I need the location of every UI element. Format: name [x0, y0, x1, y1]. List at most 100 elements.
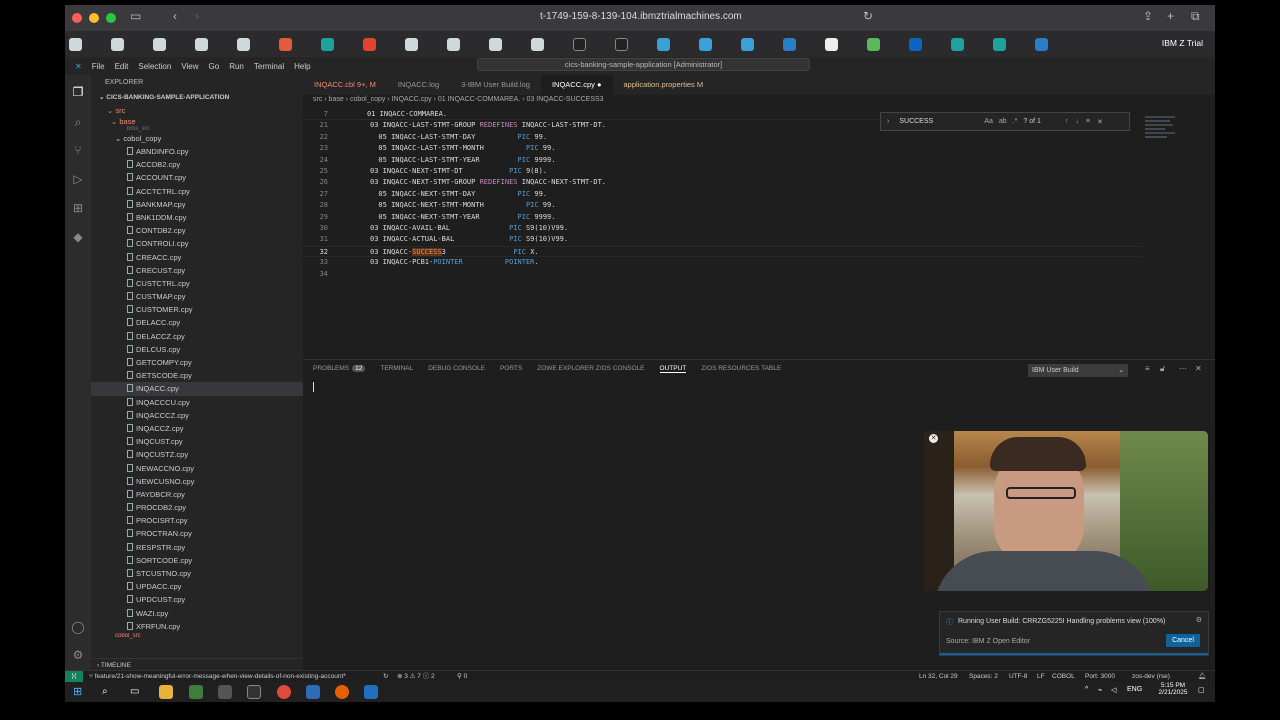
- bookmark-icon[interactable]: [363, 37, 376, 51]
- file-item[interactable]: INQACCZ.cpy: [91, 422, 303, 435]
- close-panel-icon[interactable]: ✕: [1195, 364, 1202, 373]
- remote-indicator-icon[interactable]: ⟩⟨: [65, 671, 83, 682]
- output-channel-select[interactable]: IBM User Build ⌄: [1028, 364, 1128, 377]
- language-indicator[interactable]: ENG: [1127, 686, 1142, 693]
- menu-run[interactable]: Run: [229, 62, 244, 71]
- minimap[interactable]: [1145, 110, 1185, 155]
- vscode-icon[interactable]: [306, 685, 320, 699]
- address-bar[interactable]: t-1749-159-8-139-104.ibmztrialmachines.c…: [540, 11, 742, 22]
- tabs-overview-icon[interactable]: ⧉: [1191, 9, 1200, 24]
- command-center[interactable]: cics-banking-sample-application [Adminis…: [477, 58, 810, 71]
- tab-inqacc-cbl[interactable]: INQACC.cbl 9+, M: [303, 75, 387, 95]
- notification-settings-icon[interactable]: ⚙: [1196, 616, 1202, 624]
- lock-icon[interactable]: 🔓︎: [1160, 364, 1165, 374]
- windows-start-icon[interactable]: ⊞: [73, 685, 87, 699]
- file-item[interactable]: NEWCUSNO.cpy: [91, 475, 303, 488]
- file-item[interactable]: SORTCODE.cpy: [91, 554, 303, 567]
- bookmark-icon[interactable]: [447, 37, 460, 51]
- language-mode[interactable]: COBOL: [1052, 671, 1075, 682]
- ports-status[interactable]: ⚲ 0: [457, 671, 467, 682]
- file-item[interactable]: ACCTCTRL.cpy: [91, 185, 303, 198]
- panel-tab-terminal[interactable]: TERMINAL: [380, 365, 413, 373]
- close-window-button[interactable]: [72, 13, 82, 23]
- file-item[interactable]: INQCUSTZ.cpy: [91, 448, 303, 461]
- bookmark-icon[interactable]: [1035, 37, 1048, 51]
- folder-cobol-src[interactable]: cobol_src: [91, 633, 303, 639]
- search-icon[interactable]: ⌕: [102, 685, 116, 699]
- chrome-icon[interactable]: [277, 685, 291, 699]
- git-branch[interactable]: ⑂ feature/21-show-meaningful-error-messa…: [89, 671, 346, 682]
- file-item[interactable]: RESPSTR.cpy: [91, 541, 303, 554]
- file-item[interactable]: CUSTOMER.cpy: [91, 303, 303, 316]
- problems-status[interactable]: ⊗ 3 ⚠ 7 ⓘ 2: [397, 671, 435, 682]
- bookmark-icon[interactable]: [615, 37, 628, 51]
- file-item[interactable]: ACCOUNT.cpy: [91, 171, 303, 184]
- settings-gear-icon[interactable]: ⚙: [71, 648, 85, 662]
- file-item[interactable]: BNK1DDM.cpy: [91, 211, 303, 224]
- task-view-icon[interactable]: ▭: [130, 685, 144, 699]
- tab-application-properties[interactable]: application.properties M: [613, 75, 715, 95]
- app-icon[interactable]: [189, 685, 203, 699]
- bookmark-icon[interactable]: [69, 37, 82, 51]
- bookmark-icon[interactable]: [195, 37, 208, 51]
- back-icon[interactable]: ‹: [173, 9, 177, 23]
- bookmark-icon[interactable]: [405, 37, 418, 51]
- encoding[interactable]: UTF-8: [1009, 671, 1027, 682]
- file-item[interactable]: INQCUST.cpy: [91, 435, 303, 448]
- file-item[interactable]: CREACC.cpy: [91, 251, 303, 264]
- menu-go[interactable]: Go: [209, 62, 220, 71]
- bookmark-icon[interactable]: [657, 37, 670, 51]
- cancel-button[interactable]: Cancel: [1166, 634, 1200, 647]
- explorer-icon[interactable]: ❐: [71, 85, 85, 99]
- workspace-root[interactable]: ⌄ CICS-BANKING-SAMPLE-APPLICATION: [91, 91, 303, 104]
- file-item[interactable]: UPDCUST.cpy: [91, 593, 303, 606]
- file-item[interactable]: ABNDINFO.cpy: [91, 145, 303, 158]
- bookmark-icon[interactable]: [993, 37, 1006, 51]
- menu-selection[interactable]: Selection: [138, 62, 171, 71]
- forward-icon[interactable]: ›: [195, 9, 199, 23]
- filter-icon[interactable]: ≡: [1145, 364, 1150, 373]
- file-item[interactable]: DELACCZ.cpy: [91, 330, 303, 343]
- network-icon[interactable]: ⌁: [1098, 686, 1102, 694]
- folder-base[interactable]: ⌄ base: [91, 117, 303, 126]
- panel-tab-zowe-console[interactable]: ZOWE EXPLORER Z/OS CONSOLE: [537, 365, 644, 373]
- file-item[interactable]: DELACC.cpy: [91, 316, 303, 329]
- bookmark-icon[interactable]: [867, 37, 880, 51]
- clock[interactable]: 5:15 PM 2/21/2025: [1153, 682, 1193, 696]
- file-item[interactable]: ACCDB2.cpy: [91, 158, 303, 171]
- find-input[interactable]: SUCCESS: [899, 118, 969, 125]
- bookmark-icon[interactable]: [573, 37, 586, 51]
- account-icon[interactable]: ◯: [71, 620, 85, 634]
- bookmark-icon[interactable]: [909, 37, 922, 51]
- folder-cobol-copy[interactable]: ⌄ cobol_copy: [91, 132, 303, 145]
- next-match-icon[interactable]: ↓: [1075, 118, 1079, 125]
- file-item[interactable]: PROCISRT.cpy: [91, 514, 303, 527]
- find-toggle-icon[interactable]: ›: [887, 118, 889, 125]
- file-item[interactable]: CONTDB2.cpy: [91, 224, 303, 237]
- minimize-window-button[interactable]: [89, 13, 99, 23]
- terminal-icon[interactable]: [247, 685, 261, 699]
- bookmark-icon[interactable]: [825, 37, 838, 51]
- bookmark-icon[interactable]: [489, 37, 502, 51]
- ibm-z-trial-bookmark[interactable]: IBM Z Trial: [1162, 38, 1203, 48]
- cursor-position[interactable]: Ln 32, Col 29: [919, 671, 958, 682]
- bookmark-icon[interactable]: [699, 37, 712, 51]
- match-word-icon[interactable]: ab: [999, 118, 1007, 125]
- breadcrumb[interactable]: src › base › cobol_copy › INQACC.cpy › 0…: [313, 96, 604, 103]
- tab-user-build-log[interactable]: 3-IBM User Build.log: [450, 75, 541, 95]
- bookmark-icon[interactable]: [951, 37, 964, 51]
- folder-src[interactable]: ⌄ src: [91, 104, 303, 117]
- indentation[interactable]: Spaces: 2: [969, 671, 998, 682]
- previous-match-icon[interactable]: ↑: [1065, 118, 1069, 125]
- file-item[interactable]: CUSTCTRL.cpy: [91, 277, 303, 290]
- zowe-icon[interactable]: ◆: [71, 230, 85, 244]
- menu-edit[interactable]: Edit: [115, 62, 129, 71]
- file-item[interactable]: GETSCODE.cpy: [91, 369, 303, 382]
- bookmark-icon[interactable]: [237, 37, 250, 51]
- tab-inqacc-cpy[interactable]: INQACC.cpy ●: [540, 75, 613, 95]
- extensions-icon[interactable]: ⊞: [71, 201, 85, 215]
- file-item[interactable]: PAYDBCR.cpy: [91, 488, 303, 501]
- file-item[interactable]: INQACCCU.cpy: [91, 396, 303, 409]
- bookmark-icon[interactable]: [111, 37, 124, 51]
- bookmark-icon[interactable]: [531, 37, 544, 51]
